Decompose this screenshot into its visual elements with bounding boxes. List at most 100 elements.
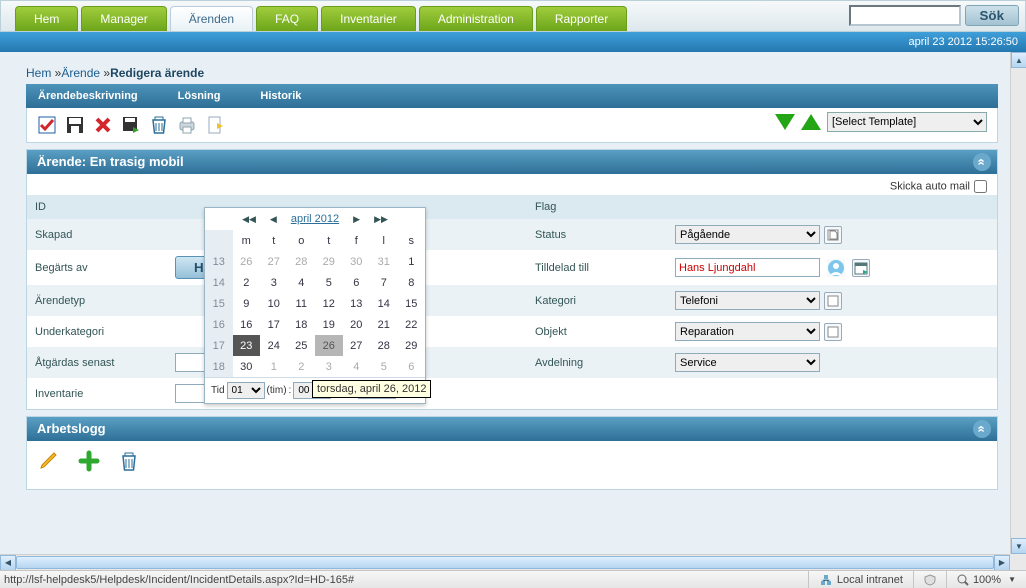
- calendar-tooltip: torsdag, april 26, 2012: [312, 380, 431, 398]
- cal-prev-month-icon[interactable]: ◀: [270, 214, 277, 225]
- status-select[interactable]: Pågående: [675, 225, 820, 244]
- breadcrumb-current: Redigera ärende: [110, 66, 204, 80]
- status-new-icon[interactable]: [824, 226, 842, 244]
- cal-day[interactable]: 8: [398, 272, 426, 293]
- cal-day[interactable]: 29: [398, 335, 426, 356]
- tab-arendebeskrivning[interactable]: Ärendebeskrivning: [38, 90, 138, 102]
- nav-tab-arenden[interactable]: Ärenden: [170, 6, 253, 31]
- cal-day[interactable]: 23: [233, 335, 261, 356]
- cal-day[interactable]: 5: [315, 272, 343, 293]
- cal-day[interactable]: 2: [233, 272, 261, 293]
- status-protected[interactable]: [913, 571, 946, 588]
- cal-day[interactable]: 5: [370, 356, 398, 377]
- cal-title[interactable]: april 2012: [291, 213, 339, 225]
- cal-day[interactable]: 1: [260, 356, 288, 377]
- save-go-icon[interactable]: [119, 113, 143, 137]
- label-objekt: Objekt: [527, 316, 667, 347]
- nav-tab-hem[interactable]: Hem: [15, 6, 78, 31]
- label-id: ID: [27, 195, 167, 219]
- label-avdelning: Avdelning: [527, 347, 667, 378]
- cal-day[interactable]: 4: [288, 272, 316, 293]
- cal-day[interactable]: 2: [288, 356, 316, 377]
- cal-day[interactable]: 7: [370, 272, 398, 293]
- cal-day[interactable]: 6: [398, 356, 426, 377]
- tilldelad-input[interactable]: [675, 258, 820, 277]
- cal-day[interactable]: 30: [233, 356, 261, 377]
- cal-next-year-icon[interactable]: ▶▶: [374, 214, 388, 225]
- user-icon[interactable]: [827, 259, 845, 277]
- cal-hour-select[interactable]: 01: [227, 382, 265, 399]
- cal-day[interactable]: 28: [370, 335, 398, 356]
- nav-tab-inventarier[interactable]: Inventarier: [321, 6, 416, 31]
- nav-tab-faq[interactable]: FAQ: [256, 6, 318, 31]
- save-icon[interactable]: [63, 113, 87, 137]
- edit-icon[interactable]: [37, 449, 61, 473]
- template-up-icon[interactable]: [801, 114, 821, 130]
- cal-day[interactable]: 3: [260, 272, 288, 293]
- trash-icon-2[interactable]: [117, 449, 141, 473]
- trash-icon[interactable]: [147, 113, 171, 137]
- cal-day[interactable]: 4: [343, 356, 371, 377]
- cal-day[interactable]: 28: [288, 251, 316, 272]
- cal-day[interactable]: 10: [260, 293, 288, 314]
- cal-day[interactable]: 12: [315, 293, 343, 314]
- collapse-icon[interactable]: [973, 153, 991, 171]
- cal-day[interactable]: 16: [233, 314, 261, 335]
- label-inventarie: Inventarie: [27, 378, 167, 409]
- add-icon[interactable]: [77, 449, 101, 473]
- cal-next-month-icon[interactable]: ▶: [353, 214, 360, 225]
- horizontal-scrollbar[interactable]: ◀▶: [0, 554, 1010, 570]
- avdelning-select[interactable]: Service: [675, 353, 820, 372]
- kategori-new-icon[interactable]: [824, 292, 842, 310]
- nav-tab-administration[interactable]: Administration: [419, 6, 533, 31]
- cal-day[interactable]: 29: [315, 251, 343, 272]
- objekt-new-icon[interactable]: [824, 323, 842, 341]
- collapse-icon-2[interactable]: [973, 420, 991, 438]
- vertical-scrollbar[interactable]: ▲▼: [1010, 52, 1026, 554]
- cal-day[interactable]: 22: [398, 314, 426, 335]
- nav-tab-manager[interactable]: Manager: [81, 6, 166, 31]
- calendar-assign-icon[interactable]: [852, 259, 870, 277]
- main-nav: Hem Manager Ärenden FAQ Inventarier Admi…: [0, 0, 1026, 32]
- cal-day[interactable]: 27: [343, 335, 371, 356]
- tab-historik[interactable]: Historik: [260, 90, 301, 102]
- breadcrumb-hem[interactable]: Hem: [26, 66, 51, 80]
- template-down-icon[interactable]: [775, 114, 795, 130]
- cal-day[interactable]: 14: [370, 293, 398, 314]
- print-icon[interactable]: [175, 113, 199, 137]
- auto-mail-checkbox[interactable]: [974, 180, 987, 193]
- cal-day[interactable]: 11: [288, 293, 316, 314]
- kategori-select[interactable]: Telefoni: [675, 291, 820, 310]
- tab-losning[interactable]: Lösning: [178, 90, 221, 102]
- cal-prev-year-icon[interactable]: ◀◀: [242, 214, 256, 225]
- cal-day[interactable]: 9: [233, 293, 261, 314]
- cal-day[interactable]: 30: [343, 251, 371, 272]
- cal-day[interactable]: 26: [315, 335, 343, 356]
- cal-day[interactable]: 18: [288, 314, 316, 335]
- save-check-icon[interactable]: [35, 113, 59, 137]
- nav-tab-rapporter[interactable]: Rapporter: [536, 6, 627, 31]
- delete-icon[interactable]: [91, 113, 115, 137]
- status-zoom[interactable]: 100% ▼: [946, 571, 1026, 588]
- cal-day[interactable]: 13: [343, 293, 371, 314]
- breadcrumb: Hem »Ärende »Redigera ärende: [26, 66, 998, 80]
- cal-day[interactable]: 15: [398, 293, 426, 314]
- search-button[interactable]: Sök: [965, 5, 1019, 26]
- breadcrumb-arende[interactable]: Ärende: [61, 66, 100, 80]
- cal-day[interactable]: 1: [398, 251, 426, 272]
- cal-day[interactable]: 3: [315, 356, 343, 377]
- cal-day[interactable]: 17: [260, 314, 288, 335]
- cal-day[interactable]: 20: [343, 314, 371, 335]
- template-select[interactable]: [Select Template]: [827, 112, 987, 132]
- cal-day[interactable]: 25: [288, 335, 316, 356]
- cal-day[interactable]: 19: [315, 314, 343, 335]
- cal-day[interactable]: 24: [260, 335, 288, 356]
- search-input[interactable]: [849, 5, 961, 26]
- cal-day[interactable]: 27: [260, 251, 288, 272]
- cal-day[interactable]: 6: [343, 272, 371, 293]
- cal-day[interactable]: 31: [370, 251, 398, 272]
- objekt-select[interactable]: Reparation: [675, 322, 820, 341]
- new-page-icon[interactable]: [203, 113, 227, 137]
- cal-day[interactable]: 21: [370, 314, 398, 335]
- cal-day[interactable]: 26: [233, 251, 261, 272]
